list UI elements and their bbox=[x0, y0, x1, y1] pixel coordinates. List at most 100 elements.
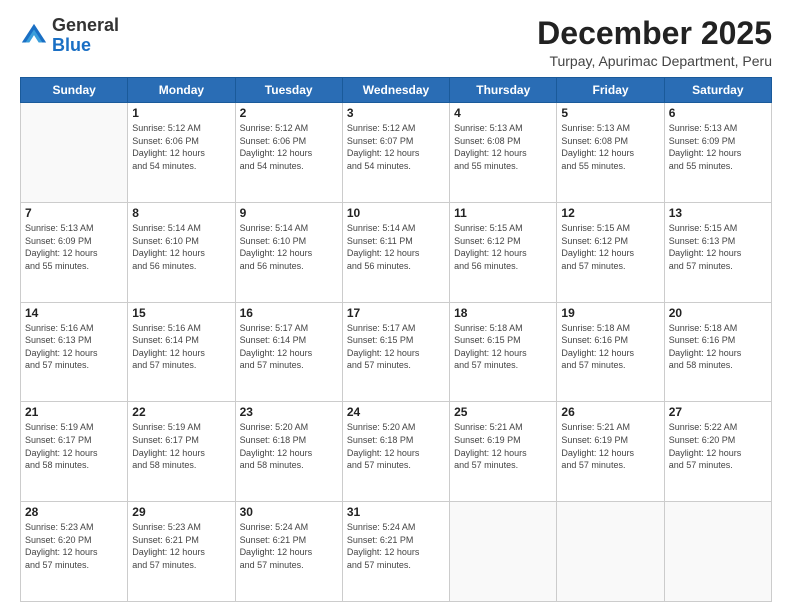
calendar-cell: 26 Sunrise: 5:21 AM Sunset: 6:19 PM Dayli… bbox=[557, 402, 664, 502]
day-number: 12 bbox=[561, 206, 659, 220]
day-number: 2 bbox=[240, 106, 338, 120]
day-number: 4 bbox=[454, 106, 552, 120]
calendar-cell: 19 Sunrise: 5:18 AM Sunset: 6:16 PM Dayli… bbox=[557, 302, 664, 402]
cell-info: Sunrise: 5:18 AM Sunset: 6:16 PM Dayligh… bbox=[669, 322, 767, 372]
calendar-week-row: 28 Sunrise: 5:23 AM Sunset: 6:20 PM Dayli… bbox=[21, 502, 772, 602]
day-number: 7 bbox=[25, 206, 123, 220]
logo-text: General Blue bbox=[52, 16, 119, 56]
calendar-cell: 5Sunrise: 5:13 AM Sunset: 6:08 PM Daylig… bbox=[557, 103, 664, 203]
calendar-cell: 11Sunrise: 5:15 AM Sunset: 6:12 PM Dayli… bbox=[450, 202, 557, 302]
logo-general-text: General bbox=[52, 15, 119, 35]
calendar-cell: 28 Sunrise: 5:23 AM Sunset: 6:20 PM Dayli… bbox=[21, 502, 128, 602]
day-number: 22 bbox=[132, 405, 230, 419]
cell-info: Sunrise: 5:21 AM Sunset: 6:19 PM Dayligh… bbox=[454, 421, 552, 471]
calendar-cell: 10 Sunrise: 5:14 AM Sunset: 6:11 PM Dayli… bbox=[342, 202, 449, 302]
cell-info: Sunrise: 5:17 AM Sunset: 6:15 PM Dayligh… bbox=[347, 322, 445, 372]
cell-info: Sunrise: 5:15 AM Sunset: 6:12 PM Dayligh… bbox=[454, 222, 552, 272]
day-number: 3 bbox=[347, 106, 445, 120]
calendar-week-row: 1 Sunrise: 5:12 AM Sunset: 6:06 PM Daylig… bbox=[21, 103, 772, 203]
calendar-cell: 1 Sunrise: 5:12 AM Sunset: 6:06 PM Daylig… bbox=[128, 103, 235, 203]
cell-info: Sunrise: 5:14 AM Sunset: 6:11 PM Dayligh… bbox=[347, 222, 445, 272]
cell-info: Sunrise: 5:12 AM Sunset: 6:07 PM Dayligh… bbox=[347, 122, 445, 172]
calendar-cell: 8 Sunrise: 5:14 AM Sunset: 6:10 PM Daylig… bbox=[128, 202, 235, 302]
cell-info: Sunrise: 5:16 AM Sunset: 6:14 PM Dayligh… bbox=[132, 322, 230, 372]
calendar-cell: 13 Sunrise: 5:15 AM Sunset: 6:13 PM Dayli… bbox=[664, 202, 771, 302]
calendar-cell: 3 Sunrise: 5:12 AM Sunset: 6:07 PM Daylig… bbox=[342, 103, 449, 203]
calendar-week-row: 21 Sunrise: 5:19 AM Sunset: 6:17 PM Dayli… bbox=[21, 402, 772, 502]
calendar-day-header: Sunday bbox=[21, 78, 128, 103]
calendar-cell bbox=[557, 502, 664, 602]
calendar-table: SundayMondayTuesdayWednesdayThursdayFrid… bbox=[20, 77, 772, 602]
calendar-cell: 6Sunrise: 5:13 AM Sunset: 6:09 PM Daylig… bbox=[664, 103, 771, 203]
calendar-cell: 14Sunrise: 5:16 AM Sunset: 6:13 PM Dayli… bbox=[21, 302, 128, 402]
cell-info: Sunrise: 5:16 AM Sunset: 6:13 PM Dayligh… bbox=[25, 322, 123, 372]
calendar-cell: 17 Sunrise: 5:17 AM Sunset: 6:15 PM Dayli… bbox=[342, 302, 449, 402]
logo-icon bbox=[20, 22, 48, 50]
calendar-cell bbox=[450, 502, 557, 602]
logo: General Blue bbox=[20, 16, 119, 56]
calendar-day-header: Saturday bbox=[664, 78, 771, 103]
calendar-cell: 24 Sunrise: 5:20 AM Sunset: 6:18 PM Dayli… bbox=[342, 402, 449, 502]
cell-info: Sunrise: 5:12 AM Sunset: 6:06 PM Dayligh… bbox=[240, 122, 338, 172]
day-number: 21 bbox=[25, 405, 123, 419]
title-area: December 2025 Turpay, Apurimac Departmen… bbox=[537, 16, 772, 69]
cell-info: Sunrise: 5:12 AM Sunset: 6:06 PM Dayligh… bbox=[132, 122, 230, 172]
day-number: 26 bbox=[561, 405, 659, 419]
cell-info: Sunrise: 5:13 AM Sunset: 6:08 PM Dayligh… bbox=[454, 122, 552, 172]
calendar-day-header: Tuesday bbox=[235, 78, 342, 103]
day-number: 17 bbox=[347, 306, 445, 320]
calendar-cell bbox=[21, 103, 128, 203]
cell-info: Sunrise: 5:18 AM Sunset: 6:16 PM Dayligh… bbox=[561, 322, 659, 372]
logo-blue-text: Blue bbox=[52, 35, 91, 55]
calendar-cell: 7 Sunrise: 5:13 AM Sunset: 6:09 PM Daylig… bbox=[21, 202, 128, 302]
calendar-cell bbox=[664, 502, 771, 602]
page: General Blue December 2025 Turpay, Apuri… bbox=[0, 0, 792, 612]
calendar-cell: 18 Sunrise: 5:18 AM Sunset: 6:15 PM Dayli… bbox=[450, 302, 557, 402]
cell-info: Sunrise: 5:14 AM Sunset: 6:10 PM Dayligh… bbox=[132, 222, 230, 272]
calendar-cell: 20Sunrise: 5:18 AM Sunset: 6:16 PM Dayli… bbox=[664, 302, 771, 402]
day-number: 19 bbox=[561, 306, 659, 320]
day-number: 29 bbox=[132, 505, 230, 519]
day-number: 18 bbox=[454, 306, 552, 320]
cell-info: Sunrise: 5:22 AM Sunset: 6:20 PM Dayligh… bbox=[669, 421, 767, 471]
calendar-day-header: Friday bbox=[557, 78, 664, 103]
cell-info: Sunrise: 5:21 AM Sunset: 6:19 PM Dayligh… bbox=[561, 421, 659, 471]
day-number: 31 bbox=[347, 505, 445, 519]
calendar-day-header: Thursday bbox=[450, 78, 557, 103]
cell-info: Sunrise: 5:15 AM Sunset: 6:13 PM Dayligh… bbox=[669, 222, 767, 272]
calendar-header-row: SundayMondayTuesdayWednesdayThursdayFrid… bbox=[21, 78, 772, 103]
calendar-cell: 25 Sunrise: 5:21 AM Sunset: 6:19 PM Dayli… bbox=[450, 402, 557, 502]
calendar-cell: 2 Sunrise: 5:12 AM Sunset: 6:06 PM Daylig… bbox=[235, 103, 342, 203]
day-number: 25 bbox=[454, 405, 552, 419]
calendar-cell: 30Sunrise: 5:24 AM Sunset: 6:21 PM Dayli… bbox=[235, 502, 342, 602]
calendar-cell: 9 Sunrise: 5:14 AM Sunset: 6:10 PM Daylig… bbox=[235, 202, 342, 302]
calendar-cell: 31 Sunrise: 5:24 AM Sunset: 6:21 PM Dayli… bbox=[342, 502, 449, 602]
cell-info: Sunrise: 5:23 AM Sunset: 6:20 PM Dayligh… bbox=[25, 521, 123, 571]
day-number: 9 bbox=[240, 206, 338, 220]
calendar-cell: 23Sunrise: 5:20 AM Sunset: 6:18 PM Dayli… bbox=[235, 402, 342, 502]
calendar-cell: 16 Sunrise: 5:17 AM Sunset: 6:14 PM Dayli… bbox=[235, 302, 342, 402]
calendar-cell: 15 Sunrise: 5:16 AM Sunset: 6:14 PM Dayli… bbox=[128, 302, 235, 402]
cell-info: Sunrise: 5:14 AM Sunset: 6:10 PM Dayligh… bbox=[240, 222, 338, 272]
cell-info: Sunrise: 5:24 AM Sunset: 6:21 PM Dayligh… bbox=[347, 521, 445, 571]
day-number: 24 bbox=[347, 405, 445, 419]
cell-info: Sunrise: 5:13 AM Sunset: 6:09 PM Dayligh… bbox=[669, 122, 767, 172]
day-number: 16 bbox=[240, 306, 338, 320]
calendar-week-row: 7 Sunrise: 5:13 AM Sunset: 6:09 PM Daylig… bbox=[21, 202, 772, 302]
cell-info: Sunrise: 5:17 AM Sunset: 6:14 PM Dayligh… bbox=[240, 322, 338, 372]
day-number: 15 bbox=[132, 306, 230, 320]
day-number: 1 bbox=[132, 106, 230, 120]
cell-info: Sunrise: 5:18 AM Sunset: 6:15 PM Dayligh… bbox=[454, 322, 552, 372]
day-number: 13 bbox=[669, 206, 767, 220]
day-number: 8 bbox=[132, 206, 230, 220]
calendar-day-header: Monday bbox=[128, 78, 235, 103]
cell-info: Sunrise: 5:23 AM Sunset: 6:21 PM Dayligh… bbox=[132, 521, 230, 571]
day-number: 28 bbox=[25, 505, 123, 519]
cell-info: Sunrise: 5:20 AM Sunset: 6:18 PM Dayligh… bbox=[347, 421, 445, 471]
cell-info: Sunrise: 5:13 AM Sunset: 6:09 PM Dayligh… bbox=[25, 222, 123, 272]
month-title: December 2025 bbox=[537, 16, 772, 51]
day-number: 27 bbox=[669, 405, 767, 419]
cell-info: Sunrise: 5:19 AM Sunset: 6:17 PM Dayligh… bbox=[132, 421, 230, 471]
header: General Blue December 2025 Turpay, Apuri… bbox=[20, 16, 772, 69]
day-number: 10 bbox=[347, 206, 445, 220]
